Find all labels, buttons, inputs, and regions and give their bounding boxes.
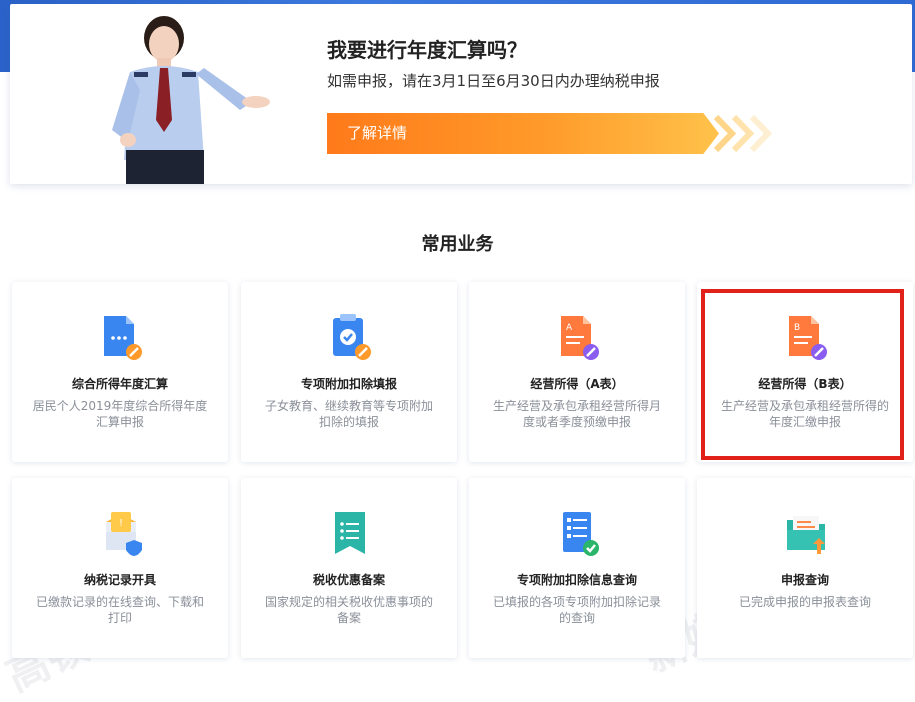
- card-description: 已缴款记录的在线查询、下载和打印: [35, 595, 204, 625]
- card-title: 专项附加扣除填报: [300, 377, 397, 391]
- card-description: 已完成申报的申报表查询: [738, 595, 871, 609]
- chevron-right-icon: [713, 114, 772, 153]
- card-description: 已填报的各项专项附加扣除记录的查询: [492, 595, 661, 625]
- service-card-special-deduction-fill[interactable]: 专项附加扣除填报 子女教育、继续教育等专项附加扣除的填报: [241, 282, 457, 462]
- service-card-business-income-a[interactable]: A 经营所得（A表） 生产经营及承包承租经营所得月度或者季度预缴申报: [469, 282, 685, 462]
- checklist-query-icon: [563, 512, 599, 556]
- card-description: 生产经营及承包承租经营所得月度或者季度预缴申报: [492, 399, 661, 429]
- svg-text:B: B: [794, 323, 800, 333]
- clipboard-check-icon: [333, 314, 371, 360]
- tax-officer-illustration: [112, 16, 270, 184]
- card-title: 税收优惠备案: [312, 573, 385, 587]
- section-title: 常用业务: [421, 234, 494, 255]
- card-title: 综合所得年度汇算: [71, 377, 168, 391]
- service-card-business-income-b[interactable]: B 经营所得（B表） 生产经营及承包承租经营所得的年度汇缴申报: [697, 282, 913, 462]
- banner-title: 我要进行年度汇算吗？: [327, 38, 527, 62]
- tax-record-icon: !: [106, 512, 142, 556]
- card-description: 生产经营及承包承租经营所得的年度汇缴申报: [720, 399, 889, 429]
- card-title: 申报查询: [780, 573, 829, 587]
- form-b-icon: B: [789, 316, 827, 360]
- document-edit-icon: [104, 316, 142, 360]
- svg-text:A: A: [566, 323, 573, 333]
- svg-text:!: !: [119, 518, 123, 529]
- service-card-annual-comprehensive[interactable]: 综合所得年度汇算 居民个人2019年度综合所得年度汇算申报: [12, 282, 228, 462]
- service-card-special-deduction-query[interactable]: 专项附加扣除信息查询 已填报的各项专项附加扣除记录的查询: [469, 478, 685, 658]
- service-card-tax-incentive-filing[interactable]: 税收优惠备案 国家规定的相关税收优惠事项的备案: [241, 478, 457, 658]
- card-title: 经营所得（A表）: [530, 377, 624, 391]
- card-description: 居民个人2019年度综合所得年度汇算申报: [32, 399, 208, 429]
- card-title: 专项附加扣除信息查询: [516, 573, 637, 587]
- service-card-tax-record[interactable]: ! 纳税记录开具 已缴款记录的在线查询、下载和打印: [12, 478, 228, 658]
- service-card-filing-query[interactable]: 申报查询 已完成申报的申报表查询: [697, 478, 913, 658]
- banner-subtitle: 如需申报，请在3月1日至6月30日内办理纳税申报: [327, 72, 660, 90]
- card-title: 纳税记录开具: [83, 573, 156, 587]
- folder-query-icon: [787, 516, 825, 554]
- learn-more-button[interactable]: 了解详情: [327, 113, 719, 154]
- card-description: 子女教育、继续教育等专项附加扣除的填报: [264, 399, 433, 429]
- card-title: 经营所得（B表）: [758, 377, 852, 391]
- bookmark-list-icon: [335, 512, 365, 554]
- card-description: 国家规定的相关税收优惠事项的备案: [264, 595, 433, 625]
- form-a-icon: A: [561, 316, 599, 360]
